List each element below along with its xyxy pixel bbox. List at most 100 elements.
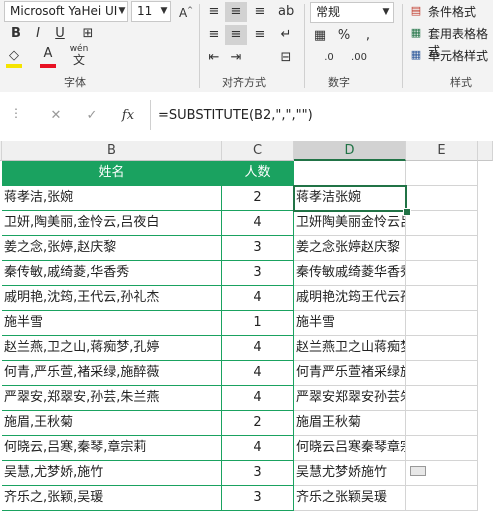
cell-names[interactable]: 姜之念,张婷,赵庆黎 — [2, 236, 222, 261]
cell-names[interactable]: 戚明艳,沈筠,王代云,孙礼杰 — [2, 286, 222, 311]
increase-decimal-icon[interactable]: .0 — [318, 48, 340, 68]
header-cell-count[interactable]: 人数 — [222, 161, 294, 186]
enter-icon[interactable]: ✓ — [84, 106, 100, 126]
align-left-icon[interactable]: ≡ — [206, 25, 222, 45]
cell-empty[interactable] — [406, 361, 478, 386]
group-label-font: 字体 — [64, 76, 86, 89]
font-name-input[interactable]: Microsoft YaHei UI — [4, 1, 128, 22]
font-size-dropdown-icon[interactable]: ▼ — [158, 1, 170, 21]
cell-names[interactable]: 何晓云,吕寒,秦琴,章宗莉 — [2, 436, 222, 461]
conditional-format-button[interactable]: 条件格式 — [428, 3, 476, 20]
header-cell-e[interactable] — [406, 161, 478, 186]
cell-names[interactable]: 赵兰燕,卫之山,蒋痴梦,孔婷 — [2, 336, 222, 361]
cell-result[interactable]: 戚明艳沈筠王代云孙礼杰 — [294, 286, 406, 311]
cell-count[interactable]: 2 — [222, 186, 294, 211]
cell-names[interactable]: 卫妍,陶美丽,金怜云,吕夜白 — [2, 211, 222, 236]
cell-count[interactable]: 3 — [222, 261, 294, 286]
cell-result[interactable]: 施半雪 — [294, 311, 406, 336]
italic-button[interactable]: I — [30, 24, 46, 44]
cell-empty[interactable] — [406, 436, 478, 461]
cell-count[interactable]: 3 — [222, 236, 294, 261]
cell-count[interactable]: 1 — [222, 311, 294, 336]
cell-style-button[interactable]: 单元格样式 — [428, 47, 488, 64]
cell-names[interactable]: 蒋孝洁,张婉 — [2, 186, 222, 211]
comma-style-icon[interactable]: , — [360, 26, 376, 46]
column-header-c[interactable]: C — [222, 141, 294, 161]
header-cell-d[interactable] — [294, 161, 406, 186]
cell-names[interactable]: 秦传敏,戚绮菱,华香秀 — [2, 261, 222, 286]
cell-empty[interactable] — [406, 311, 478, 336]
cell-style-icon: ▦ — [410, 48, 422, 61]
cell-empty[interactable] — [406, 486, 478, 511]
cell-empty[interactable] — [406, 186, 478, 211]
cell-count[interactable]: 4 — [222, 211, 294, 236]
align-right-icon[interactable]: ≡ — [252, 25, 268, 45]
header-cell-name[interactable]: 姓名 — [2, 161, 222, 186]
cell-count[interactable]: 4 — [222, 386, 294, 411]
fill-handle[interactable] — [403, 208, 411, 216]
font-name-dropdown-icon[interactable]: ▼ — [116, 1, 128, 21]
cell-count[interactable]: 4 — [222, 436, 294, 461]
cell-result[interactable]: 姜之念张婷赵庆黎 — [294, 236, 406, 261]
cell-count[interactable]: 4 — [222, 336, 294, 361]
column-header-f[interactable] — [478, 141, 493, 161]
cell-empty[interactable] — [406, 261, 478, 286]
cell-names[interactable]: 吴慧,尤梦娇,施竹 — [2, 461, 222, 486]
cell-result[interactable]: 何晓云吕寒秦琴章宗莉 — [294, 436, 406, 461]
group-label-number: 数字 — [328, 76, 350, 89]
active-cell-selection — [293, 185, 407, 212]
fill-color-icon[interactable]: ◇ — [4, 46, 24, 66]
cell-empty[interactable] — [406, 386, 478, 411]
align-middle-icon[interactable]: ≡ — [228, 2, 244, 22]
cell-count[interactable]: 4 — [222, 286, 294, 311]
cell-empty[interactable] — [406, 211, 478, 236]
decrease-decimal-icon[interactable]: .00 — [348, 48, 370, 68]
cell-count[interactable]: 3 — [222, 461, 294, 486]
align-top-icon[interactable]: ≡ — [206, 2, 222, 22]
quick-analysis-icon[interactable] — [410, 466, 426, 476]
cell-names[interactable]: 严翠安,郑翠安,孙芸,朱兰燕 — [2, 386, 222, 411]
cell-names[interactable]: 施眉,王秋菊 — [2, 411, 222, 436]
cell-result[interactable]: 严翠安郑翠安孙芸朱兰燕 — [294, 386, 406, 411]
cell-result[interactable]: 吴慧尤梦娇施竹 — [294, 461, 406, 486]
cell-result[interactable]: 卫妍陶美丽金怜云吕夜白 — [294, 211, 406, 236]
underline-button[interactable]: U — [52, 24, 68, 44]
merge-center-icon[interactable]: ⊟ — [278, 48, 294, 68]
cell-empty[interactable] — [406, 286, 478, 311]
borders-icon[interactable]: ⊞ — [80, 24, 96, 44]
formula-input[interactable]: =SUBSTITUTE(B2,",","") — [158, 108, 313, 123]
cell-names[interactable]: 施半雪 — [2, 311, 222, 336]
column-header-b[interactable]: B — [2, 141, 222, 161]
cell-result[interactable]: 秦传敏戚绮菱华香秀 — [294, 261, 406, 286]
cancel-icon[interactable]: ✕ — [48, 106, 64, 126]
wrap-text-icon[interactable]: ↵ — [278, 25, 294, 45]
cell-names[interactable]: 齐乐之,张颖,吴瑗 — [2, 486, 222, 511]
number-format-dropdown-icon[interactable]: ▼ — [380, 2, 392, 22]
orientation-icon[interactable]: ab — [278, 2, 294, 22]
currency-icon[interactable]: ▦ — [310, 26, 330, 46]
decrease-indent-icon[interactable]: ⇤ — [206, 48, 222, 68]
bold-button[interactable]: B — [8, 24, 24, 44]
cell-names[interactable]: 何青,严乐萱,褚采绿,施醉薇 — [2, 361, 222, 386]
font-color-icon[interactable]: A — [40, 44, 56, 64]
percent-icon[interactable]: % — [336, 26, 352, 46]
cell-empty[interactable] — [406, 236, 478, 261]
cell-result[interactable]: 施眉王秋菊 — [294, 411, 406, 436]
cell-count[interactable]: 4 — [222, 361, 294, 386]
insert-function-icon[interactable]: fx — [118, 106, 138, 126]
cell-count[interactable]: 3 — [222, 486, 294, 511]
cell-empty[interactable] — [406, 336, 478, 361]
separator — [150, 100, 151, 130]
increase-font-icon[interactable]: A^ — [178, 0, 194, 23]
column-header-d[interactable]: D — [294, 141, 406, 161]
cell-result[interactable]: 齐乐之张颖吴瑗 — [294, 486, 406, 511]
align-bottom-icon[interactable]: ≡ — [252, 2, 268, 22]
increase-indent-icon[interactable]: ⇥ — [228, 48, 244, 68]
align-center-icon[interactable]: ≡ — [228, 25, 244, 45]
cell-empty[interactable] — [406, 411, 478, 436]
cell-count[interactable]: 2 — [222, 411, 294, 436]
column-header-e[interactable]: E — [406, 141, 478, 161]
phonetic-button[interactable]: wén 文 — [66, 44, 92, 66]
cell-result[interactable]: 赵兰燕卫之山蒋痴梦孔婷 — [294, 336, 406, 361]
cell-result[interactable]: 何青严乐萱褚采绿施醉薇 — [294, 361, 406, 386]
